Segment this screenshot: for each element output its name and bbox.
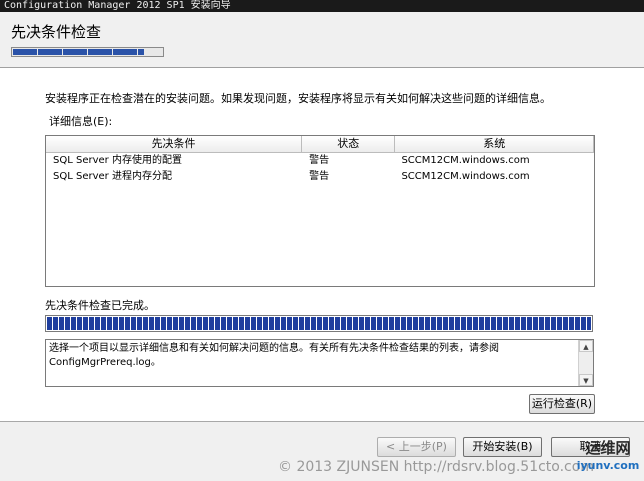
wizard-header: 先决条件检查	[0, 12, 644, 68]
check-progress-bar	[45, 315, 593, 332]
table-row[interactable]: SQL Server 进程内存分配 警告 SCCM12CM.windows.co…	[46, 169, 594, 185]
column-header-status[interactable]: 状态	[302, 136, 396, 152]
cell-status: 警告	[309, 155, 330, 166]
step-segment	[63, 49, 87, 55]
step-segment	[88, 49, 112, 55]
details-label: 详细信息(E):	[49, 115, 113, 128]
window-title: Configuration Manager 2012 SP1 安装向导	[0, 0, 644, 12]
start-install-button[interactable]: 开始安装(B)	[463, 437, 542, 457]
column-header-prerequisite[interactable]: 先决条件	[46, 136, 303, 152]
back-button[interactable]: < 上一步(P)	[377, 437, 456, 457]
cell-status: 警告	[309, 171, 330, 182]
cell-system: SCCM12CM.windows.com	[401, 171, 530, 182]
wizard-content: 安装程序正在检查潜在的安装问题。如果发现问题，安装程序将显示有关如何解决这些问题…	[0, 68, 644, 481]
scroll-down-icon[interactable]: ▼	[579, 374, 593, 386]
cell-system: SCCM12CM.windows.com	[401, 155, 530, 166]
prerequisite-list[interactable]: 先决条件 状态 系统 SQL Server 内存使用的配置 警告 SCCM12C…	[45, 135, 595, 287]
step-segment	[38, 49, 62, 55]
scroll-up-icon[interactable]: ▲	[579, 340, 593, 352]
cell-prerequisite: SQL Server 内存使用的配置	[53, 155, 182, 166]
logo-sub: iyunv.com	[576, 459, 640, 472]
step-segment	[138, 49, 144, 55]
info-textbox[interactable]: 选择一个项目以显示详细信息和有关如何解决问题的信息。有关所有先决条件检查结果的列…	[45, 339, 594, 387]
info-text: 选择一个项目以显示详细信息和有关如何解决问题的信息。有关所有先决条件检查结果的列…	[49, 343, 499, 368]
progress-fill	[47, 317, 591, 330]
site-logo: 运维网 iyunv.com	[575, 439, 641, 477]
column-header-system[interactable]: 系统	[395, 136, 594, 152]
step-segment	[113, 49, 137, 55]
run-check-button[interactable]: 运行检查(R)	[529, 394, 595, 414]
step-segment	[13, 49, 37, 55]
page-title: 先决条件检查	[11, 23, 102, 41]
intro-text: 安装程序正在检查潜在的安装问题。如果发现问题，安装程序将显示有关如何解决这些问题…	[45, 92, 551, 105]
logo-main: 运维网	[585, 439, 631, 457]
vertical-scrollbar[interactable]: ▲ ▼	[578, 340, 593, 386]
step-progress-bar	[11, 47, 164, 57]
list-header: 先决条件 状态 系统	[46, 136, 594, 153]
cell-prerequisite: SQL Server 进程内存分配	[53, 171, 172, 182]
watermark-text: © 2013 ZJUNSEN http://rdsrv.blog.51cto.c…	[278, 459, 594, 475]
table-row[interactable]: SQL Server 内存使用的配置 警告 SCCM12CM.windows.c…	[46, 153, 594, 169]
check-complete-label: 先决条件检查已完成。	[45, 299, 155, 312]
